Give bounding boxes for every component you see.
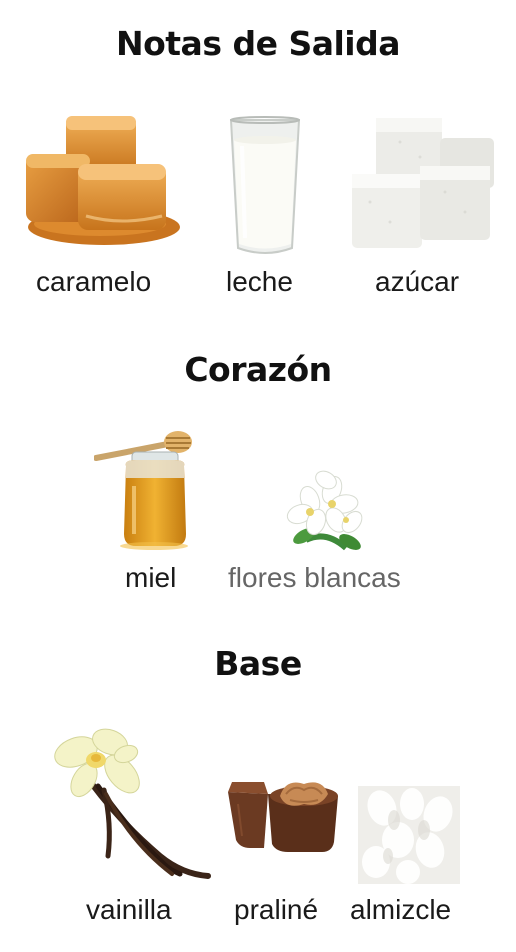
- note-label-almizcle: almizcle: [350, 894, 452, 925]
- praline-icon: [224, 774, 340, 854]
- sugar-cubes-icon: [350, 112, 496, 254]
- note-label-praline: praliné: [234, 894, 319, 925]
- section-title-corazon: Corazón: [184, 350, 332, 389]
- caramel-icon: [22, 112, 180, 252]
- milk-glass-icon: [228, 116, 302, 258]
- note-label-flores-blancas: flores blancas: [228, 562, 401, 593]
- note-label-vainilla: vainilla: [86, 894, 172, 925]
- section-title-base: Base: [214, 644, 302, 683]
- note-label-miel: miel: [125, 562, 177, 593]
- musk-icon: [358, 786, 460, 884]
- vanilla-icon: [52, 724, 214, 884]
- white-flowers-icon: [286, 470, 368, 554]
- section-title-notas-de-salida: Notas de Salida: [115, 24, 401, 63]
- note-label-caramelo: caramelo: [36, 266, 152, 297]
- note-label-azucar: azúcar: [375, 266, 460, 297]
- note-label-leche: leche: [226, 266, 293, 297]
- honey-jar-icon: [94, 430, 196, 552]
